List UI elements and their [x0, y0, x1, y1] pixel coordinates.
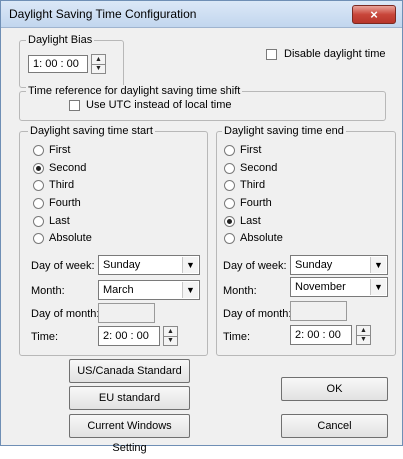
- dst-end-radio-fourth[interactable]: [224, 198, 235, 209]
- dst-end-month-select[interactable]: November ▼: [290, 277, 388, 297]
- eu-standard-button[interactable]: EU standard: [69, 386, 190, 410]
- dst-start-label-last: Last: [49, 215, 70, 227]
- chevron-down-icon[interactable]: ▼: [357, 335, 370, 344]
- dst-start-time-input[interactable]: 2: 00 : 00: [98, 326, 160, 346]
- chevron-down-icon[interactable]: ▼: [92, 64, 105, 73]
- dst-start-radio-first[interactable]: [33, 145, 44, 156]
- dst-start-month-label: Month:: [31, 285, 65, 297]
- dst-end-radio-last[interactable]: [224, 216, 235, 227]
- dst-end-radio-third[interactable]: [224, 180, 235, 191]
- dst-start-time-spinner[interactable]: ▲ ▼: [163, 326, 178, 346]
- dropdown-arrow-icon[interactable]: ▼: [182, 257, 198, 273]
- dst-end-day-of-week-label: Day of week:: [223, 260, 287, 272]
- close-button[interactable]: ×: [352, 5, 396, 24]
- dst-start-day-of-week-value: Sunday: [103, 259, 141, 271]
- daylight-bias-input[interactable]: 1: 00 : 00: [28, 55, 88, 73]
- time-reference-legend: Time reference for daylight saving time …: [26, 85, 243, 97]
- window-title: Daylight Saving Time Configuration: [9, 7, 197, 21]
- dst-start-time-label: Time:: [31, 331, 59, 343]
- chevron-down-icon[interactable]: ▼: [164, 336, 177, 345]
- dst-start-radio-last[interactable]: [33, 216, 44, 227]
- dst-end-day-of-month-input[interactable]: [290, 301, 347, 321]
- dst-start-label-absolute: Absolute: [49, 232, 92, 244]
- dst-end-time-input[interactable]: 2: 00 : 00: [290, 325, 352, 345]
- daylight-bias-legend: Daylight Bias: [26, 34, 95, 46]
- disable-daylight-label: Disable daylight time: [284, 48, 386, 60]
- close-icon: ×: [370, 7, 378, 22]
- dst-start-day-of-week-select[interactable]: Sunday ▼: [98, 255, 200, 275]
- dst-end-radio-absolute[interactable]: [224, 233, 235, 244]
- dst-start-radio-absolute[interactable]: [33, 233, 44, 244]
- dst-end-radio-second[interactable]: [224, 163, 235, 174]
- dst-start-legend: Daylight saving time start: [28, 125, 155, 137]
- dst-end-time-label: Time:: [223, 331, 251, 343]
- dst-start-month-value: March: [103, 284, 134, 296]
- dst-end-label-absolute: Absolute: [240, 232, 283, 244]
- dst-start-label-second: Second: [49, 162, 87, 174]
- dst-start-day-of-week-label: Day of week:: [31, 260, 95, 272]
- dst-start-radio-second[interactable]: [33, 163, 44, 174]
- dst-start-day-of-month-label: Day of month:: [31, 308, 100, 320]
- dst-end-label-last: Last: [240, 215, 261, 227]
- us-canada-standard-button[interactable]: US/Canada Standard: [69, 359, 190, 383]
- dropdown-arrow-icon[interactable]: ▼: [370, 279, 386, 295]
- dst-start-month-select[interactable]: March ▼: [98, 280, 200, 300]
- dst-end-radio-first[interactable]: [224, 145, 235, 156]
- dst-end-day-of-week-select[interactable]: Sunday ▼: [290, 255, 388, 275]
- dst-end-month-value: November: [295, 281, 346, 293]
- dst-end-day-of-month-label: Day of month:: [223, 308, 292, 320]
- dropdown-arrow-icon[interactable]: ▼: [370, 257, 386, 273]
- dst-end-label-third: Third: [240, 179, 266, 191]
- dst-end-month-label: Month:: [223, 285, 257, 297]
- current-windows-setting-button[interactable]: Current Windows Setting: [69, 414, 190, 454]
- dst-end-legend: Daylight saving time end: [222, 125, 346, 137]
- dst-start-radio-third[interactable]: [33, 180, 44, 191]
- dst-start-day-of-month-input[interactable]: [98, 303, 155, 323]
- daylight-bias-spinner[interactable]: ▲ ▼: [91, 54, 106, 74]
- dst-end-label-second: Second: [240, 162, 278, 174]
- ok-button[interactable]: OK: [281, 377, 388, 401]
- dropdown-arrow-icon[interactable]: ▼: [182, 282, 198, 298]
- dst-end-day-of-week-value: Sunday: [295, 259, 333, 271]
- dst-start-label-third: Third: [49, 179, 75, 191]
- dst-start-radio-fourth[interactable]: [33, 198, 44, 209]
- dialog-window: Daylight Saving Time Configuration × Day…: [0, 0, 403, 454]
- dst-end-label-fourth: Fourth: [240, 197, 272, 209]
- use-utc-checkbox[interactable]: [69, 100, 80, 111]
- dst-end-time-spinner[interactable]: ▲ ▼: [356, 325, 371, 345]
- title-bar[interactable]: Daylight Saving Time Configuration ×: [1, 1, 402, 28]
- use-utc-label: Use UTC instead of local time: [86, 99, 232, 111]
- dst-end-label-first: First: [240, 144, 262, 156]
- disable-daylight-checkbox[interactable]: [266, 49, 277, 60]
- dst-start-label-fourth: Fourth: [49, 197, 81, 209]
- dst-start-label-first: First: [49, 144, 71, 156]
- cancel-button[interactable]: Cancel: [281, 414, 388, 438]
